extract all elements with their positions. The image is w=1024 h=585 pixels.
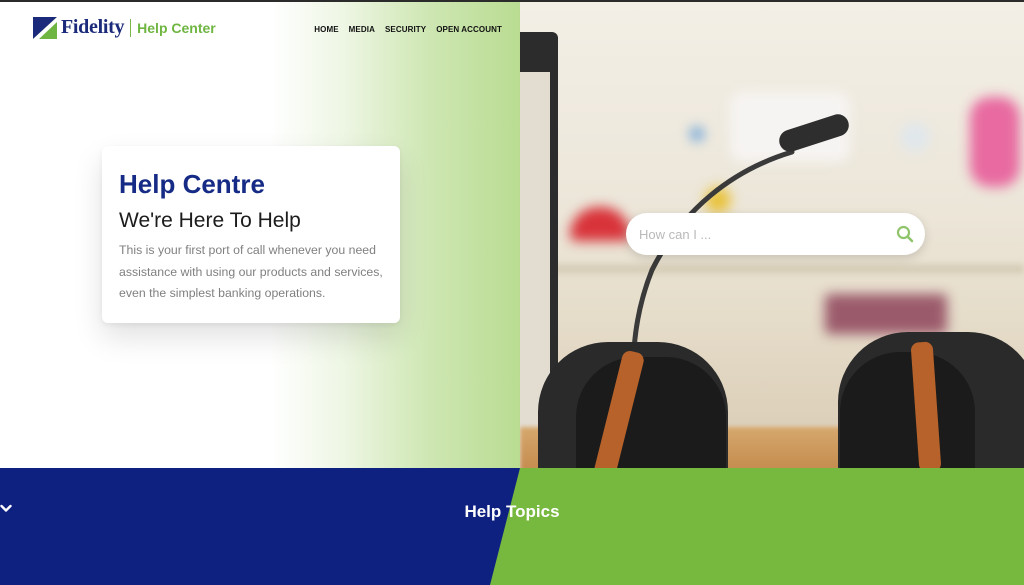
logo-divider [130,18,132,37]
nav-security[interactable]: SECURITY [385,25,426,34]
background-blur-shape [900,122,930,152]
nav-home[interactable]: HOME [314,25,338,34]
hero-card: Help Centre We're Here To Help This is y… [102,146,400,323]
hero-description: This is your first port of call whenever… [119,243,383,300]
help-topics-section: Help Topics [0,468,1024,585]
top-border [0,0,1024,2]
search-bar [626,213,925,255]
brand-logo[interactable]: Fidelity Help Center [33,16,216,39]
earcup-cushion [840,352,975,468]
nav-media[interactable]: MEDIA [349,25,375,34]
background-blur-shape [570,207,630,241]
search-input[interactable] [639,226,879,242]
brand-name: Fidelity [61,16,125,38]
search-icon[interactable] [893,222,917,246]
help-topics-background [0,468,1024,585]
brand-section: Help Center [137,19,216,36]
help-topics-toggle[interactable]: Help Topics [0,502,1024,522]
background-blur-shape [970,97,1020,187]
main-nav: HOME MEDIA SECURITY OPEN ACCOUNT [314,25,502,34]
nav-open-account[interactable]: OPEN ACCOUNT [436,25,502,34]
site-header: Fidelity Help Center HOME MEDIA SECURITY… [0,0,520,60]
fidelity-logo-icon [33,16,57,39]
help-topics-label: Help Topics [464,502,560,521]
background-blur-shape [690,127,704,141]
page-title: Help Centre [119,169,265,199]
chevron-down-icon [0,504,12,512]
page-subtitle: We're Here To Help [119,209,301,232]
